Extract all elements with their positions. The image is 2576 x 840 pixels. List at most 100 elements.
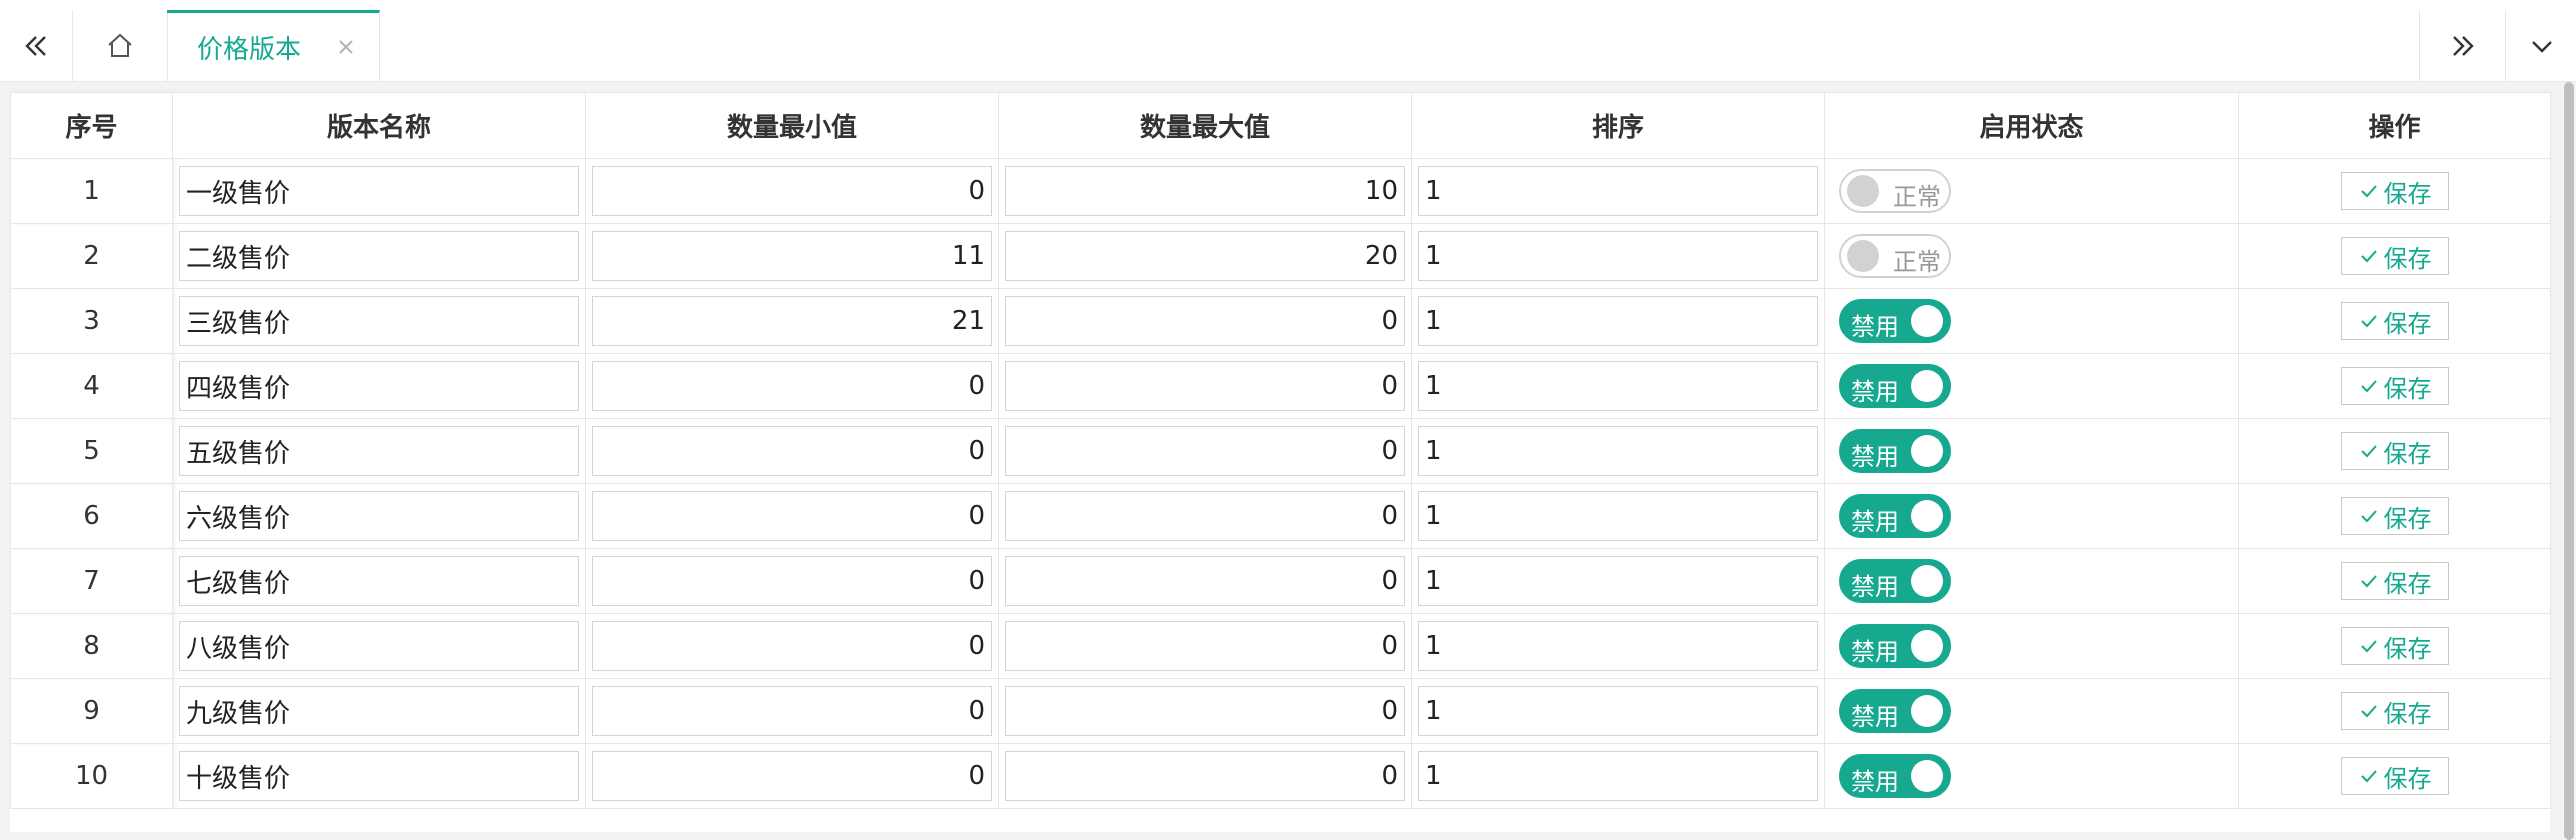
quantity-min-input[interactable] xyxy=(592,751,992,801)
save-button[interactable]: 保存 xyxy=(2340,627,2449,665)
sort-input[interactable] xyxy=(1418,491,1818,541)
toggle-label: 正常 xyxy=(1893,248,1941,276)
version-name-input[interactable] xyxy=(179,231,579,281)
tab-menu-button[interactable] xyxy=(2505,10,2576,82)
save-button-label: 保存 xyxy=(2383,699,2432,728)
save-button[interactable]: 保存 xyxy=(2340,367,2449,405)
quantity-max-input[interactable] xyxy=(1005,166,1405,216)
sort-input[interactable] xyxy=(1418,751,1818,801)
save-button-label: 保存 xyxy=(2383,374,2432,403)
status-toggle[interactable]: 禁用 xyxy=(1839,559,1951,603)
version-name-input[interactable] xyxy=(179,361,579,411)
sort-input[interactable] xyxy=(1418,166,1818,216)
row-seq: 4 xyxy=(10,353,173,419)
sort-input[interactable] xyxy=(1418,556,1818,606)
toggle-label: 禁用 xyxy=(1851,508,1899,536)
scrollbar-thumb[interactable] xyxy=(2564,82,2574,840)
version-name-input[interactable] xyxy=(179,426,579,476)
home-tab[interactable] xyxy=(72,10,168,82)
table-row: 8 禁用 保存 xyxy=(10,613,2551,679)
status-toggle[interactable]: 禁用 xyxy=(1839,299,1951,343)
column-header-status: 启用状态 xyxy=(1824,92,2239,159)
sort-input[interactable] xyxy=(1418,426,1818,476)
save-button-label: 保存 xyxy=(2383,504,2432,533)
version-name-input[interactable] xyxy=(179,296,579,346)
status-toggle[interactable]: 禁用 xyxy=(1839,494,1951,538)
toggle-label: 正常 xyxy=(1893,183,1941,211)
save-button[interactable]: 保存 xyxy=(2340,692,2449,730)
check-icon xyxy=(2360,510,2377,523)
quantity-min-input[interactable] xyxy=(592,231,992,281)
quantity-max-input[interactable] xyxy=(1005,491,1405,541)
quantity-min-input[interactable] xyxy=(592,491,992,541)
save-button[interactable]: 保存 xyxy=(2340,302,2449,340)
toggle-knob xyxy=(1911,305,1943,337)
tab-scroll-left-button[interactable] xyxy=(0,10,73,82)
version-name-input[interactable] xyxy=(179,621,579,671)
check-icon xyxy=(2360,640,2377,653)
toggle-knob xyxy=(1847,175,1879,207)
status-toggle[interactable]: 禁用 xyxy=(1839,689,1951,733)
quantity-min-input[interactable] xyxy=(592,621,992,671)
quantity-max-input[interactable] xyxy=(1005,686,1405,736)
quantity-min-input[interactable] xyxy=(592,556,992,606)
tab-bar: 价格版本 xyxy=(0,0,2576,82)
version-name-input[interactable] xyxy=(179,166,579,216)
save-button[interactable]: 保存 xyxy=(2340,757,2449,795)
vertical-scrollbar[interactable] xyxy=(2562,82,2576,840)
toggle-knob xyxy=(1911,435,1943,467)
sort-input[interactable] xyxy=(1418,361,1818,411)
check-icon xyxy=(2360,705,2377,718)
double-chevron-right-icon xyxy=(2453,36,2474,56)
quantity-max-input[interactable] xyxy=(1005,296,1405,346)
quantity-max-input[interactable] xyxy=(1005,751,1405,801)
column-header-seq: 序号 xyxy=(10,92,173,159)
save-button-label: 保存 xyxy=(2383,569,2432,598)
version-name-input[interactable] xyxy=(179,751,579,801)
quantity-max-input[interactable] xyxy=(1005,426,1405,476)
status-toggle[interactable]: 禁用 xyxy=(1839,754,1951,798)
sort-input[interactable] xyxy=(1418,296,1818,346)
quantity-min-input[interactable] xyxy=(592,686,992,736)
column-header-min: 数量最小值 xyxy=(585,92,999,159)
row-seq: 10 xyxy=(10,743,173,809)
quantity-max-input[interactable] xyxy=(1005,361,1405,411)
status-toggle[interactable]: 禁用 xyxy=(1839,429,1951,473)
quantity-max-input[interactable] xyxy=(1005,621,1405,671)
toggle-label: 禁用 xyxy=(1851,768,1899,796)
sort-input[interactable] xyxy=(1418,231,1818,281)
toggle-label: 禁用 xyxy=(1851,378,1899,406)
toggle-label: 禁用 xyxy=(1851,703,1899,731)
status-toggle[interactable]: 禁用 xyxy=(1839,364,1951,408)
quantity-min-input[interactable] xyxy=(592,361,992,411)
row-seq: 6 xyxy=(10,483,173,549)
quantity-min-input[interactable] xyxy=(592,166,992,216)
status-toggle[interactable]: 禁用 xyxy=(1839,624,1951,668)
row-seq: 1 xyxy=(10,158,173,224)
quantity-min-input[interactable] xyxy=(592,426,992,476)
save-button[interactable]: 保存 xyxy=(2340,432,2449,470)
version-name-input[interactable] xyxy=(179,556,579,606)
tab-price-version[interactable]: 价格版本 xyxy=(167,10,380,82)
sort-input[interactable] xyxy=(1418,621,1818,671)
status-toggle[interactable]: 正常 xyxy=(1839,234,1951,278)
save-button[interactable]: 保存 xyxy=(2340,497,2449,535)
status-toggle[interactable]: 正常 xyxy=(1839,169,1951,213)
quantity-max-input[interactable] xyxy=(1005,556,1405,606)
price-version-table-container: 序号 版本名称 数量最小值 数量最大值 排序 启用状态 操作 1正常保存2正常保… xyxy=(10,92,2551,832)
save-button[interactable]: 保存 xyxy=(2340,562,2449,600)
tab-scroll-right-button[interactable] xyxy=(2419,10,2506,82)
version-name-input[interactable] xyxy=(179,686,579,736)
save-button[interactable]: 保存 xyxy=(2340,237,2449,275)
sort-input[interactable] xyxy=(1418,686,1818,736)
tab-label: 价格版本 xyxy=(197,35,302,65)
save-button[interactable]: 保存 xyxy=(2340,172,2449,210)
table-row: 1 正常 保存 xyxy=(10,158,2551,224)
version-name-input[interactable] xyxy=(179,491,579,541)
save-button-label: 保存 xyxy=(2383,309,2432,338)
save-button-label: 保存 xyxy=(2383,439,2432,468)
quantity-min-input[interactable] xyxy=(592,296,992,346)
close-icon[interactable] xyxy=(335,36,357,58)
quantity-max-input[interactable] xyxy=(1005,231,1405,281)
row-seq: 7 xyxy=(10,548,173,614)
